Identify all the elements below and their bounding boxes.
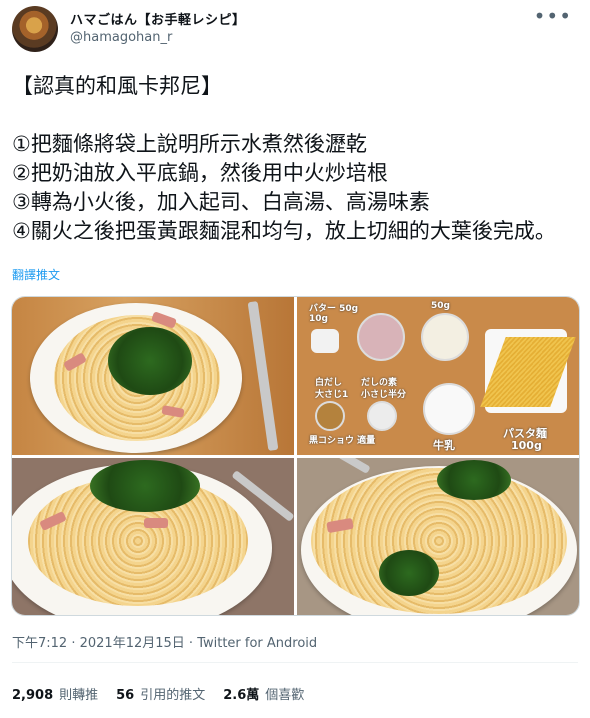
label-dashi-moto-amount: 小さじ半分 [361, 390, 407, 400]
dashi-moto-bowl-image [367, 401, 397, 431]
fork-image [337, 458, 371, 474]
milk-bowl-image [423, 383, 475, 435]
more-options-icon[interactable]: ••• [534, 4, 572, 28]
shiso-herb-image [108, 327, 192, 395]
label-pepper: 黒コショウ 適量 [309, 436, 376, 446]
photo-fork-closeup[interactable] [297, 458, 579, 615]
author-display-name[interactable]: ハマごはん【お手軽レシピ】 [70, 9, 246, 28]
cheese-bowl-image [421, 313, 469, 361]
photo-plated-side[interactable] [12, 458, 294, 615]
author-avatar[interactable] [12, 6, 58, 52]
tweet-text: 【認真的和風卡邦尼】 ①把麵條將袋上說明所示水煮然後瀝乾 ②把奶油放入平底鍋，然… [12, 74, 556, 243]
media-grid: バター 50g 10g 50g 白だし 大さじ1 だしの素 小さじ半分 黒コショ… [11, 296, 580, 616]
tweet-source[interactable]: Twitter for Android [197, 636, 317, 651]
author-handle[interactable]: @hamagohan_r [70, 30, 172, 45]
butter-image [311, 329, 339, 353]
photo-ingredients[interactable]: バター 50g 10g 50g 白だし 大さじ1 だしの素 小さじ半分 黒コショ… [297, 297, 579, 455]
shiro-dashi-bowl-image [315, 401, 345, 431]
label-cheese-amount: 50g [431, 301, 450, 311]
photo-finished-dish[interactable] [12, 297, 294, 455]
fork-image [247, 301, 279, 451]
label-shiro-dashi-amount: 大さじ1 [315, 390, 349, 400]
like-count[interactable]: 2.6萬 個喜歡 [223, 684, 304, 703]
tweet-time[interactable]: 下午7:12 [12, 636, 67, 651]
divider [12, 662, 578, 663]
tweet-stats: 2,908 則轉推 56 引用的推文 2.6萬 個喜歡 [12, 684, 304, 703]
label-butter: バター 50g [309, 304, 359, 314]
translate-tweet-link[interactable]: 翻譯推文 [12, 266, 60, 283]
tweet-date[interactable]: 2021年12月15日 [80, 636, 185, 651]
bacon-bowl-image [357, 313, 405, 361]
shiso-herb-image [90, 460, 200, 512]
label-butter-amount: 10g [309, 314, 328, 324]
shiso-herb-image [437, 460, 511, 500]
label-pasta-amount: 100g [511, 439, 542, 452]
pasta-image [311, 468, 567, 614]
retweet-count[interactable]: 2,908 則轉推 [12, 684, 98, 703]
quote-tweet-count[interactable]: 56 引用的推文 [116, 684, 205, 703]
tweet-meta: 下午7:12 · 2021年12月15日 · Twitter for Andro… [12, 636, 318, 651]
label-milk: 牛乳 [433, 439, 455, 452]
